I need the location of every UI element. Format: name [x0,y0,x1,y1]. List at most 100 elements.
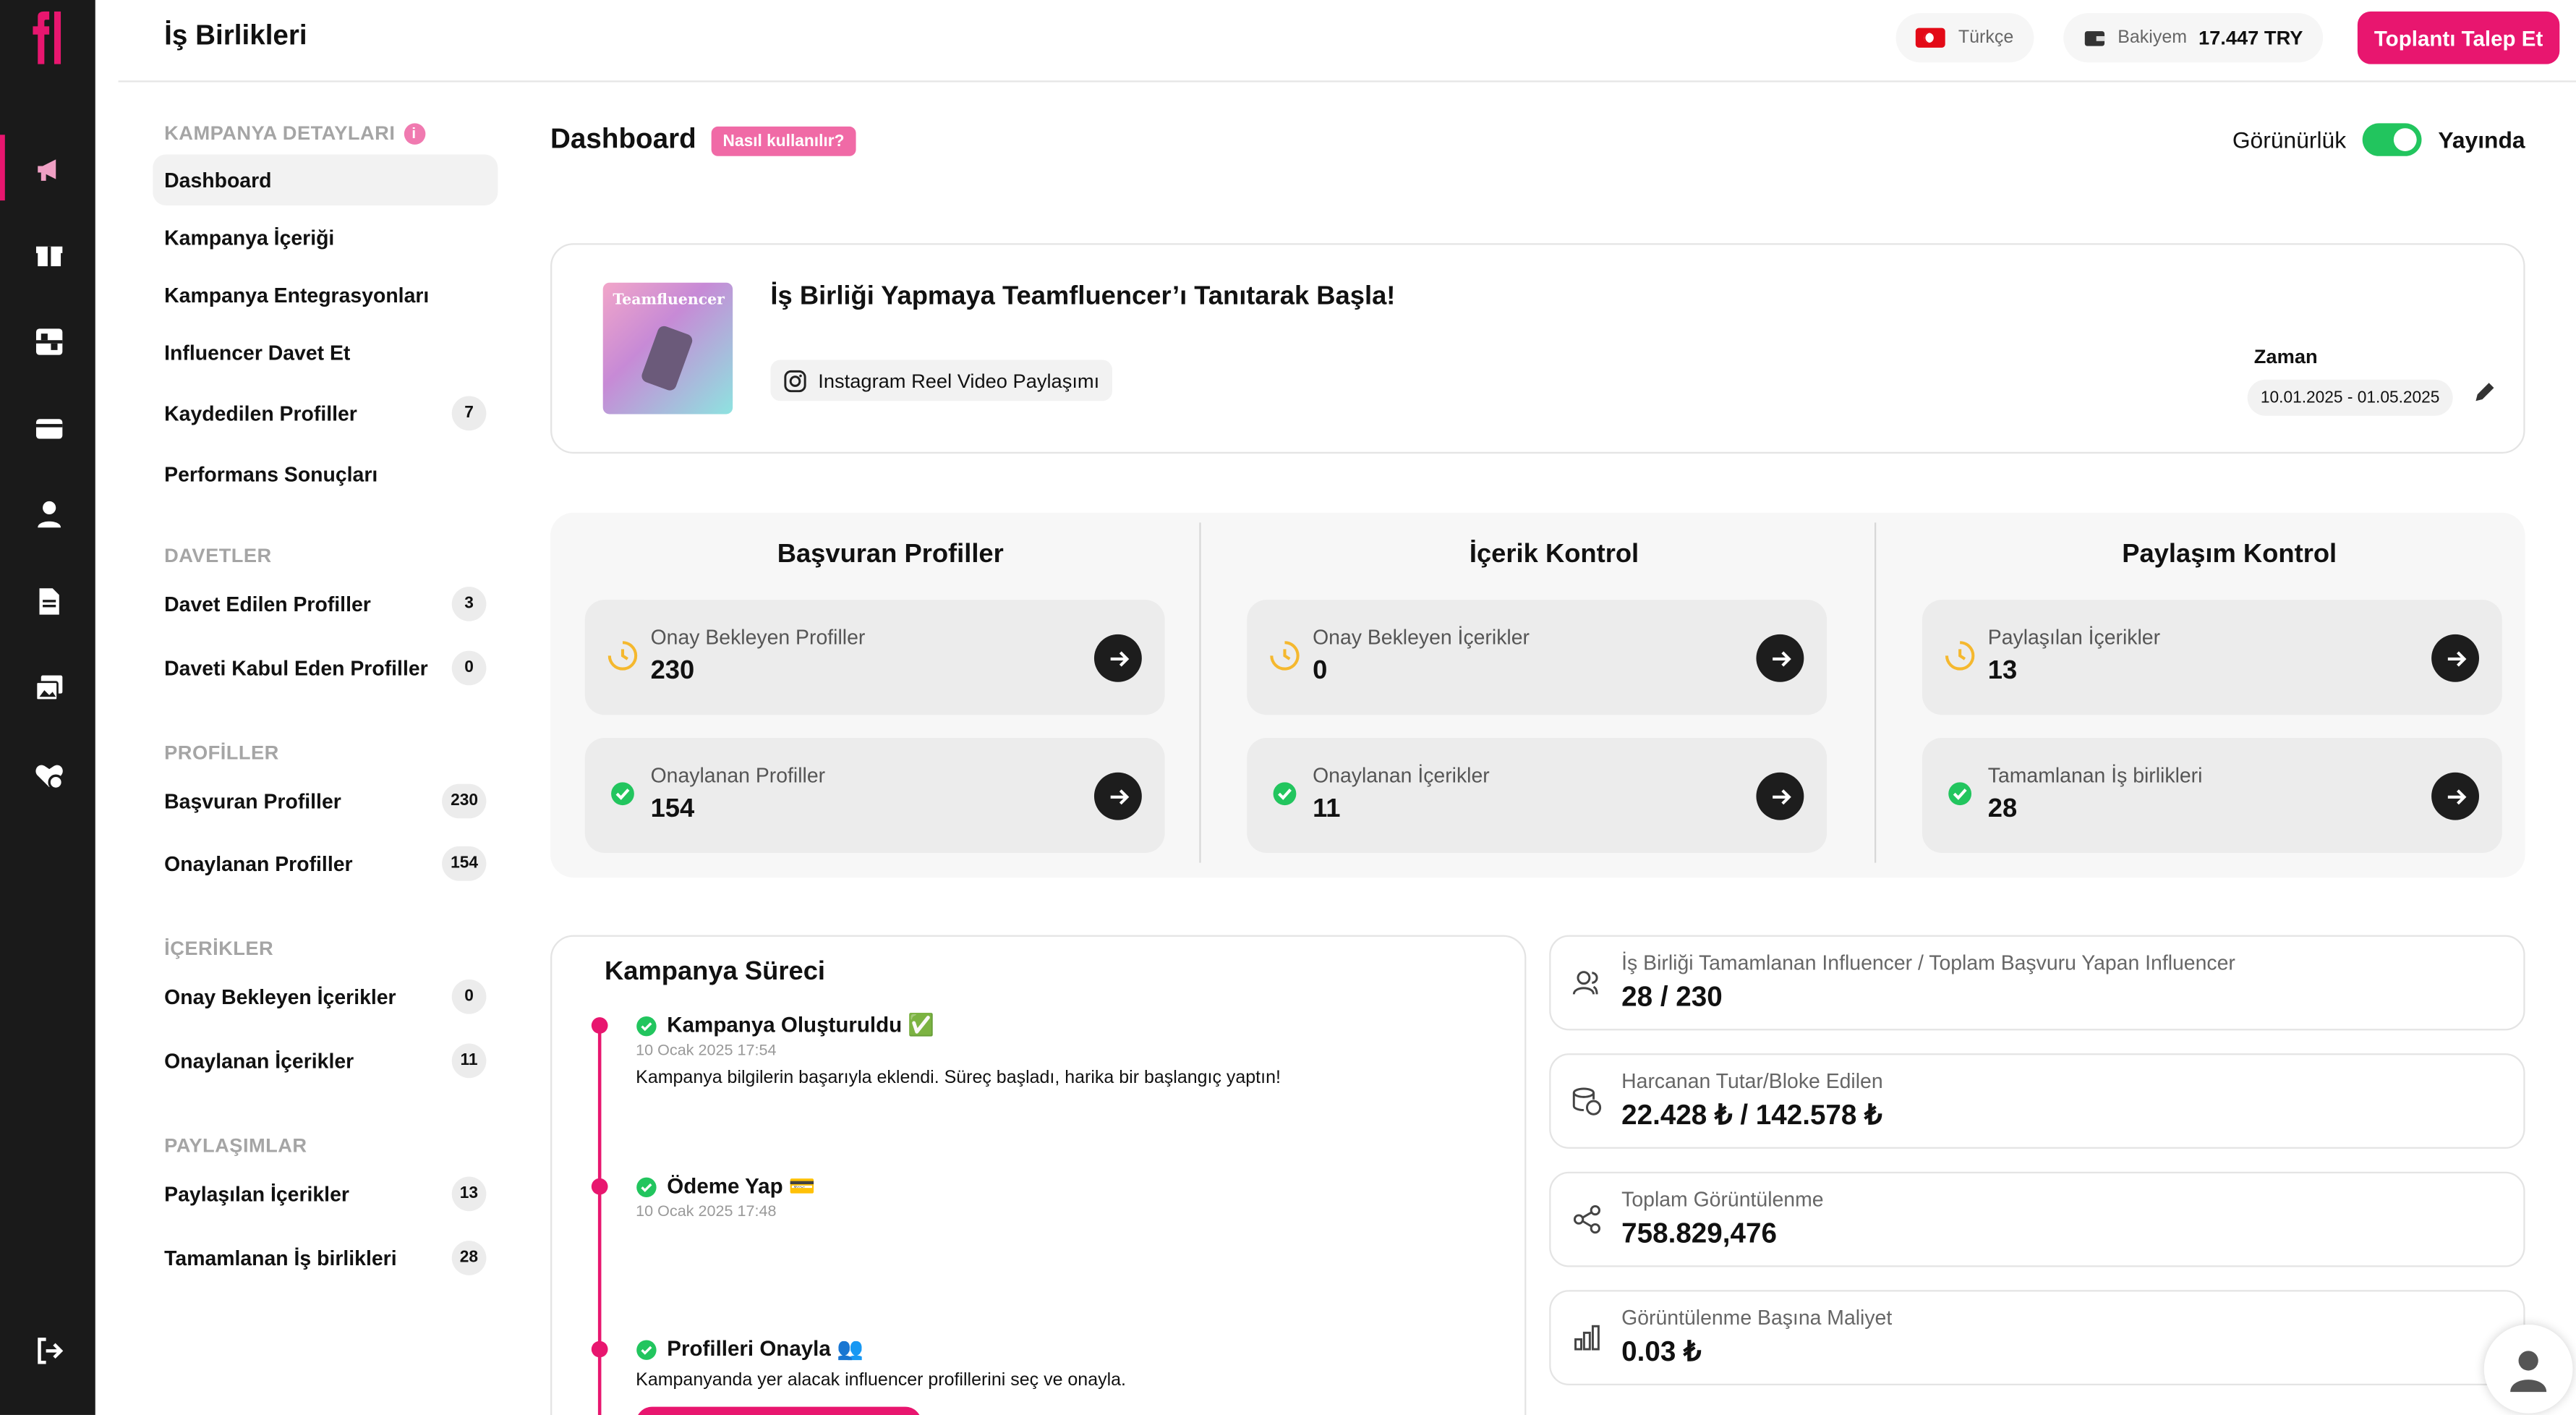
visibility-label: Görünürlük [2232,126,2347,153]
section-label: KAMPANYA DETAYLARI [164,122,396,145]
section-contents: İÇERİKLER [164,936,274,960]
visibility-state: Yayında [2438,126,2525,153]
campaign-card: Teamfluencer İş Birliği Yapmaya Teamflue… [550,243,2525,454]
step-title: Ödeme Yap 💳 [667,1173,816,1199]
card-value: 11 [1313,795,1341,824]
card-value: 230 [650,657,695,686]
balance-display[interactable]: Bakiyem 17.447 TRY [2063,13,2323,63]
support-avatar-button[interactable] [2483,1324,2573,1414]
icon-rail [0,0,95,1415]
card-value: 0 [1313,657,1328,686]
nav-approved-contents[interactable]: Onaylanan İçerikler 11 [153,1035,498,1086]
turkey-flag-icon [1915,27,1945,48]
rail-active-indicator [0,135,5,201]
clock-pending-icon [1270,641,1300,671]
section-profiles: PROFİLLER [164,741,279,765]
logout-icon[interactable] [30,1331,69,1371]
count-badge: 0 [451,979,487,1014]
nav-label: Influencer Davet Et [164,341,351,365]
card-value: 154 [650,795,695,824]
column-title: Paylaşım Kontrol [2122,540,2337,569]
info-icon[interactable]: i [403,123,425,145]
nav-shared-contents[interactable]: Paylaşılan İçerikler 13 [153,1168,498,1219]
users-icon [1572,971,1598,995]
arrow-right-button[interactable] [1093,772,1142,820]
step-action-button[interactable] [636,1406,922,1415]
section-shares: PAYLAŞIMLAR [164,1134,307,1157]
stat-total-views: Toplam Görüntülenme 758.829,476 [1549,1171,2525,1267]
stat-card-pending-profiles[interactable]: Onay Bekleyen Profiller 230 [584,600,1165,715]
brand-logo[interactable] [26,10,72,66]
nav-saved-profiles[interactable]: Kaydedilen Profiller 7 [153,388,498,438]
balance-value: 17.447 TRY [2198,26,2303,50]
column-divider [1199,522,1201,863]
clock-pending-icon [607,641,638,671]
stat-spent-blocked: Harcanan Tutar/Bloke Edilen 22.428 ₺ / 1… [1549,1053,2525,1149]
nav-dashboard[interactable]: Dashboard [153,154,498,205]
megaphone-icon[interactable] [30,150,69,190]
heart-settings-icon[interactable] [30,756,69,796]
arrow-right-button[interactable] [1093,634,1142,682]
qr-scan-icon[interactable] [30,322,69,362]
section-campaign-details: KAMPANYA DETAYLARI i [164,122,425,145]
top-bar: İş Birlikleri Türkçe Bakiyem 17.447 TRY … [118,0,2576,82]
gift-icon[interactable] [30,235,69,275]
stat-label: İş Birliği Tamamlanan Influencer / Topla… [1621,951,2235,975]
count-badge: 13 [451,1176,487,1212]
person-avatar-icon [2510,1351,2547,1393]
arrow-right-button[interactable] [2431,634,2479,682]
nav-invited-profiles[interactable]: Davet Edilen Profiller 3 [153,579,498,629]
card-icon[interactable] [30,409,69,449]
visibility-control: Görünürlük Yayında [2232,123,2525,156]
nav-accepted-invites[interactable]: Daveti Kabul Eden Profiller 0 [153,642,498,693]
stat-value: 22.428 ₺ / 142.578 ₺ [1621,1099,1882,1131]
stat-label: Harcanan Tutar/Bloke Edilen [1621,1069,1883,1093]
nav-invite-influencer[interactable]: Influencer Davet Et [153,327,498,378]
card-label: Onay Bekleyen Profiller [650,626,866,650]
check-circle-icon [636,1015,657,1036]
stat-card-pending-contents[interactable]: Onay Bekleyen İçerikler 0 [1247,600,1827,715]
request-meeting-button[interactable]: Toplantı Talep Et [2357,11,2560,64]
nav-label: Daveti Kabul Eden Profiller [164,656,428,680]
edit-icon[interactable] [2471,380,2497,406]
nav-approved-profiles[interactable]: Onaylanan Profiller 154 [153,838,498,889]
nav-campaign-content[interactable]: Kampanya İçeriği [153,212,498,263]
stat-card-approved-contents[interactable]: Onaylanan İçerikler 11 [1247,737,1827,854]
share-icon [1573,1204,1600,1234]
stat-card-approved-profiles[interactable]: Onaylanan Profiller 154 [584,737,1165,854]
stat-value: 28 / 230 [1621,981,1723,1013]
arrow-right-button[interactable] [2431,772,2479,820]
count-badge: 0 [451,650,487,686]
nav-campaign-integrations[interactable]: Kampanya Entegrasyonları [153,270,498,320]
step-description: Kampanyanda yer alacak influencer profil… [636,1370,1127,1390]
nav-label: Davet Edilen Profiller [164,592,371,616]
nav-completed-collaborations[interactable]: Tamamlanan İş birlikleri 28 [153,1233,498,1283]
campaign-thumbnail: Teamfluencer [602,282,733,415]
nav-performance-results[interactable]: Performans Sonuçları [153,449,498,499]
timeline-dot [591,1178,608,1195]
count-badge: 11 [451,1043,487,1079]
nav-applied-profiles[interactable]: Başvuran Profiller 230 [153,776,498,826]
process-title: Kampanya Süreci [604,958,826,987]
nav-pending-contents[interactable]: Onay Bekleyen İçerikler 0 [153,972,498,1022]
campaign-dates: 10.01.2025 - 01.05.2025 [2247,379,2453,416]
count-badge: 7 [451,396,487,431]
visibility-toggle[interactable] [2362,123,2422,156]
user-icon[interactable] [30,495,69,535]
nav-label: Onay Bekleyen İçerikler [164,985,396,1008]
stat-card-shared-contents[interactable]: Paylaşılan İçerikler 13 [1922,600,2502,715]
document-icon[interactable] [30,582,69,621]
arrow-right-button[interactable] [1756,634,1804,682]
stat-card-completed-collaborations[interactable]: Tamamlanan İş birlikleri 28 [1922,737,2502,854]
coins-icon [1572,1087,1602,1116]
card-value: 13 [1987,657,2018,686]
gallery-icon[interactable] [30,669,69,709]
language-label: Türkçe [1958,27,2014,48]
language-selector[interactable]: Türkçe [1895,13,2034,63]
control-panel: Başvuran Profiller Onay Bekleyen Profill… [550,512,2525,878]
share-control-column: Paylaşım Kontrol Paylaşılan İçerikler 13… [1901,513,2558,878]
step-date: 10 Ocak 2025 17:54 [636,1042,777,1061]
page-title: İş Birlikleri [164,20,307,51]
how-to-use-badge[interactable]: Nasıl kullanılır? [711,126,856,156]
arrow-right-button[interactable] [1756,772,1804,820]
